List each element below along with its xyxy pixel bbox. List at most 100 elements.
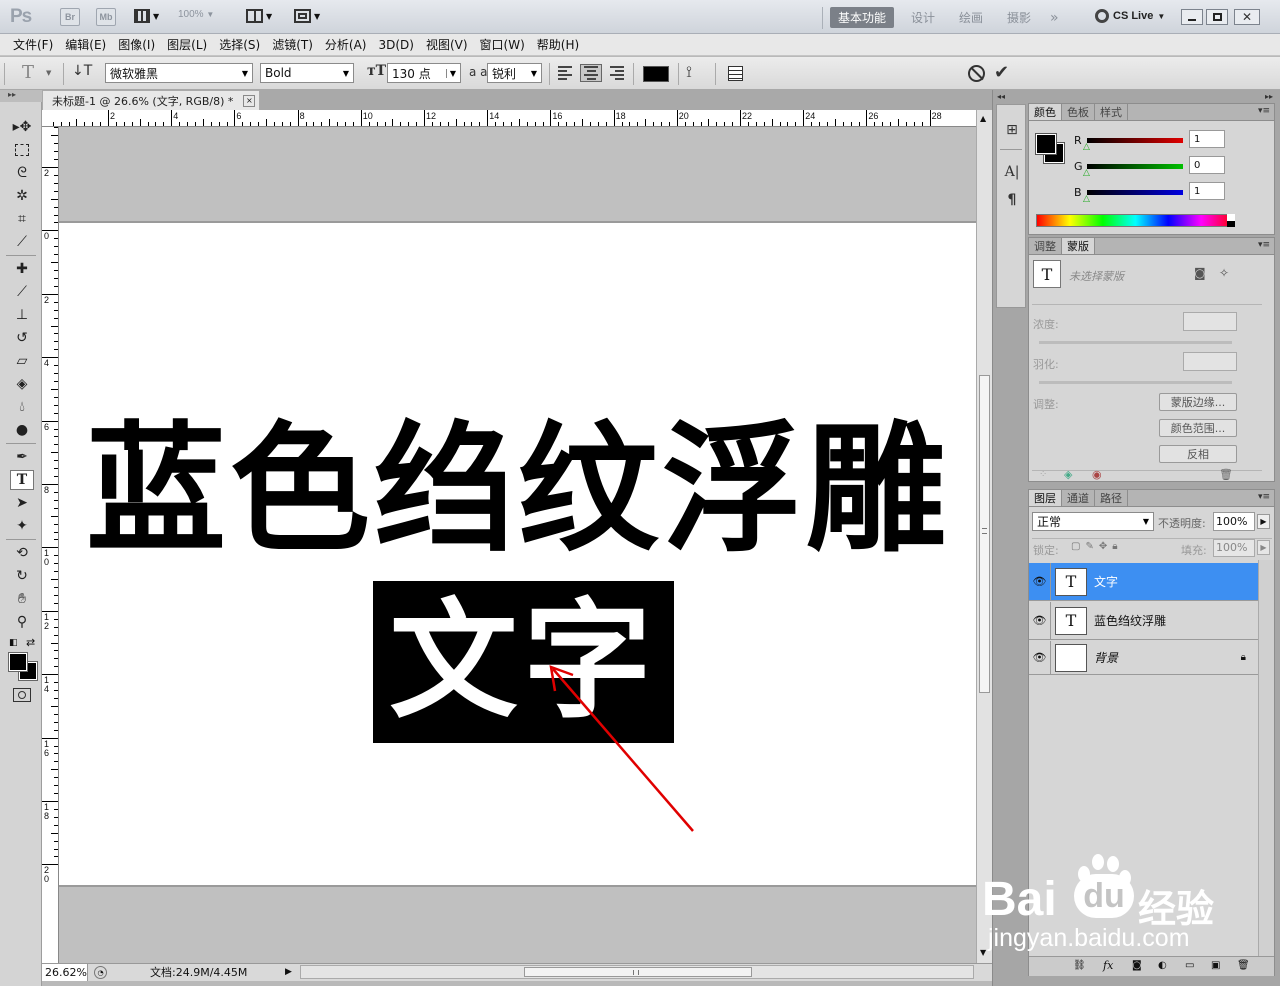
vertical-scroll-thumb[interactable] — [979, 375, 990, 693]
zoom-tool-icon[interactable]: ⚲ — [10, 612, 34, 632]
tab-masks[interactable]: 蒙版 — [1062, 238, 1095, 254]
scroll-up-icon[interactable]: ▲ — [980, 114, 986, 123]
lock-options-icons[interactable]: ▢✎✥🔒︎ — [1071, 541, 1123, 552]
zoom-level-select[interactable]: 100% ▼ — [178, 9, 214, 20]
commit-edits-icon[interactable]: ✔ — [994, 62, 1009, 83]
lasso-tool-icon[interactable]: ᘓ — [10, 163, 34, 183]
mini-bridge-button[interactable]: Mb — [96, 8, 116, 26]
horizontal-scrollbar[interactable] — [300, 965, 974, 979]
layer-row-title-text[interactable]: 👁︎ T 蓝色绉纹浮雕 — [1029, 602, 1258, 640]
visibility-eye-icon[interactable]: 👁︎ — [1029, 602, 1051, 639]
apply-mask-icon[interactable]: ◈ — [1064, 468, 1072, 481]
marquee-tool-icon[interactable] — [10, 140, 34, 160]
opacity-slider-arrow-icon[interactable]: ▶ — [1257, 514, 1270, 529]
align-center-button[interactable] — [580, 64, 602, 82]
custom-shape-tool-icon[interactable]: ✦ — [10, 516, 34, 536]
blue-value-input[interactable]: 1 — [1189, 182, 1225, 200]
menu-view[interactable]: 视图(V) — [420, 36, 474, 53]
menu-window[interactable]: 窗口(W) — [474, 36, 531, 53]
3d-rotate-tool-icon[interactable]: ⟲ — [10, 543, 34, 563]
workspace-design[interactable]: 设计 — [903, 7, 943, 28]
dock-expand-icon[interactable]: ◂◂ — [997, 92, 1005, 101]
blur-tool-icon[interactable]: 💧︎ — [10, 397, 34, 417]
load-selection-icon[interactable]: ⁘ — [1039, 469, 1047, 480]
visibility-eye-icon[interactable]: 👁︎ — [1029, 641, 1051, 674]
healing-brush-tool-icon[interactable]: ✚ — [10, 259, 34, 279]
tab-paths[interactable]: 路径 — [1095, 490, 1128, 506]
status-menu-arrow-icon[interactable]: ▶ — [285, 967, 292, 977]
blend-mode-select[interactable]: 正常 ▼ — [1032, 512, 1154, 531]
align-left-button[interactable] — [555, 64, 577, 82]
quick-selection-tool-icon[interactable]: ✲ — [10, 186, 34, 206]
font-family-select[interactable]: 微软雅黑 ▼ — [105, 63, 253, 83]
red-slider-handle-icon[interactable]: △ — [1083, 142, 1090, 152]
tool-preset-icon[interactable]: T — [22, 62, 34, 83]
menu-analysis[interactable]: 分析(A) — [319, 36, 373, 53]
blue-slider-handle-icon[interactable]: △ — [1083, 194, 1090, 204]
red-value-input[interactable]: 1 — [1189, 130, 1225, 148]
horizontal-scroll-thumb[interactable] — [524, 967, 752, 977]
eraser-tool-icon[interactable]: ▱ — [10, 351, 34, 371]
panel-menu-icon[interactable]: ▾≡ — [1258, 492, 1270, 502]
bridge-button[interactable]: Br — [60, 8, 80, 26]
character-panel-icon[interactable]: A| — [1001, 161, 1023, 183]
delete-mask-icon[interactable]: 🗑︎ — [1219, 468, 1233, 481]
tab-layers[interactable]: 图层 — [1029, 490, 1062, 506]
foreground-color-swatch[interactable] — [8, 652, 28, 672]
mask-edge-button[interactable]: 蒙版边缘... — [1159, 393, 1237, 411]
tab-color[interactable]: 颜色 — [1029, 104, 1062, 120]
more-workspaces-button[interactable]: » — [1042, 7, 1067, 28]
swap-colors-icon[interactable]: ⇄ — [26, 636, 35, 649]
green-slider-handle-icon[interactable]: △ — [1083, 168, 1090, 178]
font-style-select[interactable]: Bold ▼ — [260, 63, 354, 83]
dock-collapse-icon[interactable]: ▸▸ — [1265, 92, 1273, 101]
cs-live-button[interactable]: CS Live ▼ — [1095, 9, 1165, 23]
paragraph-panel-icon[interactable]: ¶ — [1001, 189, 1023, 211]
spectrum-black[interactable] — [1227, 221, 1235, 227]
align-right-button[interactable] — [605, 64, 627, 82]
feather-slider[interactable] — [1039, 381, 1232, 384]
menu-help[interactable]: 帮助(H) — [531, 36, 585, 53]
menu-edit[interactable]: 编辑(E) — [59, 36, 112, 53]
add-pixel-mask-icon[interactable]: ◙ — [1194, 266, 1206, 280]
path-selection-tool-icon[interactable]: ➤ — [10, 493, 34, 513]
default-colors-icon[interactable]: ◧ — [9, 638, 18, 648]
dodge-tool-icon[interactable]: ● — [10, 420, 34, 440]
menu-3d[interactable]: 3D(D) — [372, 38, 419, 52]
menu-select[interactable]: 选择(S) — [213, 36, 266, 53]
tab-adjustments[interactable]: 调整 — [1029, 238, 1062, 254]
fill-input[interactable]: 100% — [1213, 539, 1255, 557]
color-spectrum-bar[interactable] — [1036, 214, 1235, 227]
feather-input[interactable] — [1183, 352, 1237, 371]
restore-button[interactable] — [1206, 9, 1228, 25]
type-tool-icon[interactable]: T — [10, 470, 34, 490]
history-brush-tool-icon[interactable]: ↺ — [10, 328, 34, 348]
toggle-text-orientation-icon[interactable]: ↓T — [72, 63, 92, 79]
crop-tool-icon[interactable]: ⌗ — [10, 209, 34, 229]
character-panel-toggle-icon[interactable] — [728, 66, 743, 81]
menu-layer[interactable]: 图层(L) — [161, 36, 213, 53]
menu-file[interactable]: 文件(F) — [7, 36, 59, 53]
antialias-select[interactable]: 锐利 ▼ — [487, 63, 542, 83]
menu-image[interactable]: 图像(I) — [112, 36, 161, 53]
3d-orbit-tool-icon[interactable]: ↻ — [10, 566, 34, 586]
density-slider[interactable] — [1039, 341, 1232, 344]
workspace-essentials[interactable]: 基本功能 — [830, 7, 895, 28]
opacity-input[interactable]: 100% — [1213, 512, 1255, 531]
minimize-button[interactable] — [1181, 9, 1203, 25]
font-size-select[interactable]: 130 点 ▼ — [387, 63, 461, 83]
text-color-swatch[interactable] — [643, 66, 669, 82]
pen-tool-icon[interactable]: ✒︎ — [10, 447, 34, 467]
warp-text-icon[interactable]: ⟟ — [686, 62, 692, 82]
invert-button[interactable]: 反相 — [1159, 445, 1237, 463]
disable-mask-icon[interactable]: ◉ — [1092, 468, 1102, 481]
arrange-documents-button[interactable]: ▼ — [246, 9, 272, 23]
brush-tool-icon[interactable]: ⟋ — [10, 282, 34, 302]
tab-channels[interactable]: 通道 — [1062, 490, 1095, 506]
zoom-field[interactable]: 26.62% — [42, 964, 88, 981]
density-input[interactable] — [1183, 312, 1237, 331]
hand-tool-icon[interactable]: ✋︎ — [10, 589, 34, 609]
fill-slider-arrow-icon[interactable]: ▶ — [1257, 540, 1270, 555]
vertical-scrollbar[interactable]: ▲ ▼ — [976, 110, 992, 963]
visibility-eye-icon[interactable]: 👁︎ — [1029, 563, 1051, 600]
